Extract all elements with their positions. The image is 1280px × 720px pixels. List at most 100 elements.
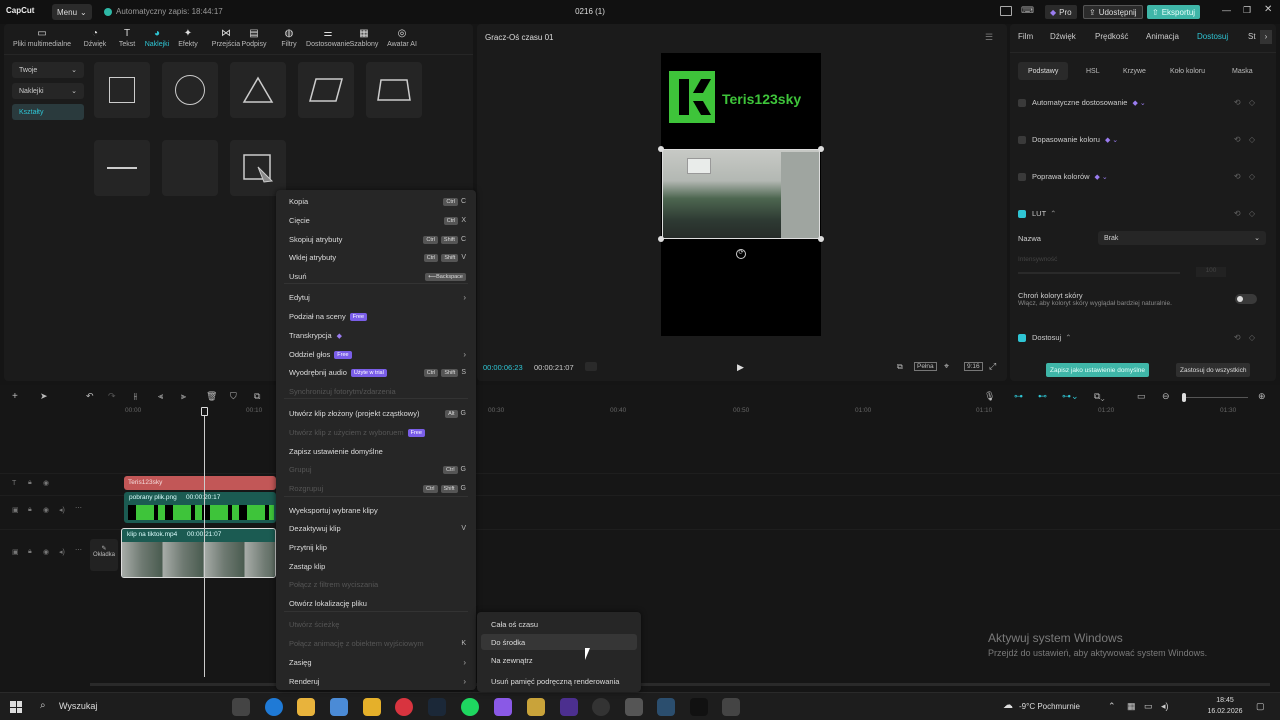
magnet-icon[interactable]: ⊷: [1038, 391, 1047, 402]
clock-date[interactable]: 16.02.2026: [1200, 708, 1250, 715]
delete-icon[interactable]: 🗑: [206, 391, 217, 402]
tab-avatar[interactable]: ◎ Awatar AI: [381, 28, 423, 48]
color-match-row[interactable]: Dopasowanie koloru ◆ ⌄ ⟲ ◇: [1018, 135, 1268, 144]
app-icon[interactable]: [330, 698, 348, 716]
tab-film[interactable]: Film: [1018, 32, 1033, 41]
timecode-icon[interactable]: [585, 362, 597, 371]
hamburger-icon[interactable]: ☰: [985, 32, 993, 43]
menu-item-13[interactable]: Zapisz ustawienie domyślne: [276, 442, 476, 461]
subtab-mask[interactable]: Maska: [1222, 62, 1263, 80]
task-view-icon[interactable]: [232, 698, 250, 716]
app-icon[interactable]: [363, 698, 381, 716]
checkbox[interactable]: [1018, 98, 1026, 107]
minimize-icon[interactable]: —: [1222, 5, 1231, 15]
more-icon[interactable]: ⋯: [75, 546, 82, 554]
render-out-item[interactable]: Na zewnątrz: [481, 652, 637, 668]
menu-item-1[interactable]: Cięcie Ctrl X: [276, 211, 476, 230]
menu-item-17[interactable]: Dezaktywuj klip V: [276, 519, 476, 538]
more-icon[interactable]: ⋯: [75, 504, 82, 512]
zoom-out-icon[interactable]: ⊖: [1162, 391, 1170, 402]
custom-shape[interactable]: [230, 140, 286, 196]
windows-start-icon[interactable]: [10, 701, 22, 713]
menu-item-2[interactable]: Skopiuj atrybuty Ctrl Shift C: [276, 230, 476, 249]
play-icon[interactable]: ▶: [737, 362, 744, 373]
quality-button[interactable]: Pełna: [914, 362, 937, 371]
sidebar-item-naklejki[interactable]: Naklejki ⌄: [12, 83, 84, 99]
color-correct-row[interactable]: Poprawa kolorów ◆ ⌄ ⟲ ◇: [1018, 172, 1268, 181]
app-icon[interactable]: [527, 698, 545, 716]
cover-button[interactable]: ✎ Okładka: [90, 539, 118, 571]
menu-button[interactable]: Menu ⌄: [52, 4, 92, 20]
auto-adjust-row[interactable]: Automatyczne dostosowanie ◆ ⌄ ⟲ ◇: [1018, 98, 1268, 107]
circle-shape[interactable]: [162, 62, 218, 118]
resize-handle[interactable]: [818, 236, 824, 242]
pointer-icon[interactable]: ➤: [40, 391, 48, 402]
app-icon[interactable]: [494, 698, 512, 716]
checkbox[interactable]: [1018, 135, 1026, 144]
checkbox[interactable]: [1018, 333, 1026, 342]
pro-button[interactable]: ◆ Pro: [1045, 5, 1077, 19]
eye-icon[interactable]: ◉: [43, 506, 49, 514]
steam-icon[interactable]: [428, 698, 446, 716]
obs-icon[interactable]: [592, 698, 610, 716]
close-icon[interactable]: ✕: [1264, 4, 1272, 15]
reset-icon[interactable]: ⟲ ◇: [1234, 209, 1258, 218]
subtab-color-wheel[interactable]: Koło koloru: [1160, 62, 1215, 80]
eye-icon[interactable]: ◉: [43, 479, 49, 487]
notification-icon[interactable]: ▢: [1256, 701, 1265, 712]
redo-icon[interactable]: ↷: [108, 391, 116, 402]
rotate-icon[interactable]: ⟳: [736, 249, 746, 259]
checkbox[interactable]: [1018, 209, 1026, 218]
fullscreen-icon[interactable]: ⤢: [989, 361, 996, 372]
app-icon[interactable]: [560, 698, 578, 716]
network-icon[interactable]: ▭: [1144, 701, 1153, 712]
tab-animation[interactable]: Animacja: [1146, 32, 1179, 41]
tab-templates[interactable]: ▦ Szablony: [345, 28, 383, 48]
tab-text[interactable]: T Tekst: [112, 28, 142, 48]
app-icon[interactable]: [625, 698, 643, 716]
file-explorer-icon[interactable]: [297, 698, 315, 716]
tab-adjust[interactable]: Dostosuj: [1197, 32, 1228, 41]
menu-item-21[interactable]: Otwórz lokalizację pliku: [276, 594, 476, 613]
render-in-item[interactable]: Do środka: [481, 634, 637, 650]
menu-item-5[interactable]: Edytuj ›: [276, 288, 476, 307]
image-clip[interactable]: pobrany plik.png 00:00:20:17: [124, 492, 276, 523]
preview-axis-icon[interactable]: ⧉⌄: [1094, 391, 1105, 402]
split-left-icon[interactable]: ⫷: [158, 391, 163, 402]
crop-icon[interactable]: ⧉: [897, 362, 903, 372]
taskbar-search[interactable]: Wyszukaj: [59, 701, 97, 711]
chevron-right-icon[interactable]: ›: [1260, 30, 1272, 44]
reset-icon[interactable]: ⟲ ◇: [1234, 98, 1258, 107]
zoom-in-icon[interactable]: ⊕: [1258, 391, 1266, 402]
shortcut-icon[interactable]: ⌨: [1021, 5, 1034, 16]
video-clip[interactable]: klip na tiktok.mp4 00:00:21:07: [121, 528, 276, 578]
tab-audio[interactable]: Dźwięk: [1050, 32, 1076, 41]
text-clip[interactable]: Teris123sky: [124, 476, 276, 490]
reset-icon[interactable]: ⟲ ◇: [1234, 172, 1258, 181]
timeline-scrollbar[interactable]: [90, 683, 1270, 686]
undo-icon[interactable]: ↶: [86, 391, 94, 402]
zoom-slider[interactable]: [1182, 393, 1248, 402]
snap-icon[interactable]: ⊶⌄: [1062, 391, 1079, 402]
lock-icon[interactable]: 🔒︎: [28, 506, 32, 514]
skin-toggle[interactable]: [1235, 294, 1257, 304]
tab-sticker[interactable]: ◕ Naklejki: [142, 28, 172, 48]
app-icon[interactable]: [657, 698, 675, 716]
resize-handle[interactable]: [658, 146, 664, 152]
lock-icon[interactable]: 🔒︎: [28, 479, 32, 487]
menu-item-25[interactable]: Renderuj ›: [276, 672, 476, 691]
ratio-button[interactable]: 9:16: [964, 362, 983, 371]
menu-item-19[interactable]: Zastąp klip: [276, 557, 476, 576]
time-ruler[interactable]: 00:00 00:10 00:30 00:40 00:50 01:00 01:1…: [0, 407, 1280, 417]
audio-icon[interactable]: ◂): [59, 506, 65, 514]
render-all-item[interactable]: Cała oś czasu: [481, 616, 637, 632]
menu-item-4[interactable]: Usuń ⟵Backspace: [276, 267, 476, 286]
blank-shape[interactable]: [162, 140, 218, 196]
subtab-hsl[interactable]: HSL: [1076, 62, 1110, 80]
menu-item-0[interactable]: Kopia Ctrl C: [276, 192, 476, 211]
opera-icon[interactable]: [395, 698, 413, 716]
tab-captions[interactable]: ▤ Podpisy: [238, 28, 270, 48]
app-tray-icon[interactable]: ▦: [1127, 701, 1136, 712]
checkbox[interactable]: [1018, 172, 1026, 181]
line-shape[interactable]: [94, 140, 150, 196]
